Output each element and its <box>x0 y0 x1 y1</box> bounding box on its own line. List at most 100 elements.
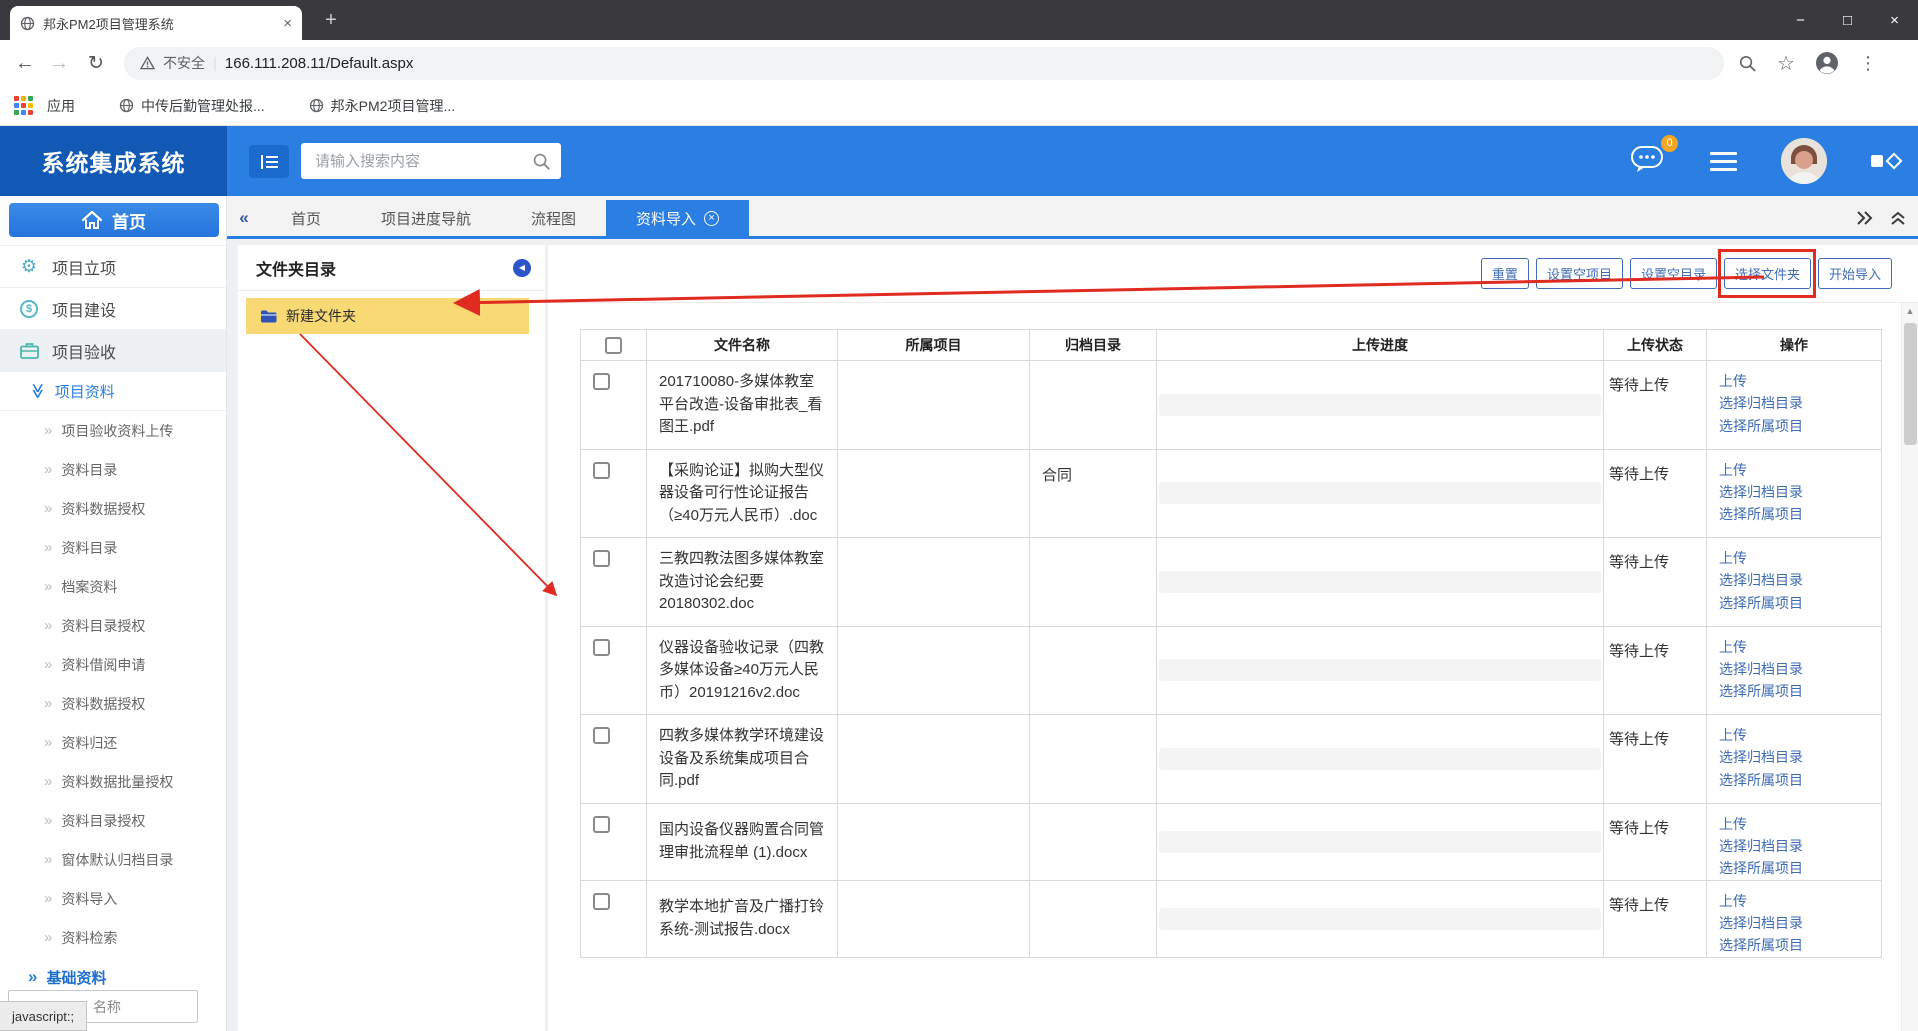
panel-collapse-icon[interactable] <box>513 259 531 277</box>
sidebar-subitem[interactable]: 资料数据授权 <box>0 684 226 723</box>
window-maximize-button[interactable]: □ <box>1824 0 1871 40</box>
bookmark-apps[interactable]: 应用 <box>47 96 75 116</box>
bookmark-item[interactable]: 邦永PM2项目管理... <box>309 96 455 116</box>
toolbar-button[interactable]: 重置 <box>1481 258 1529 289</box>
sidebar-subitem[interactable]: 资料目录授权 <box>0 606 226 645</box>
upload-link[interactable]: 上传 <box>1719 370 1881 392</box>
tab-close-icon[interactable] <box>704 211 719 226</box>
upload-link[interactable]: 上传 <box>1719 813 1881 835</box>
upload-link[interactable]: 上传 <box>1719 459 1881 481</box>
sidebar-subitem[interactable]: 资料归还 <box>0 723 226 762</box>
sidebar-subitem[interactable]: 资料目录授权 <box>0 801 226 840</box>
sidebar-subitem[interactable]: 项目验收资料上传 <box>0 411 226 450</box>
tab-close-icon[interactable]: × <box>283 16 292 31</box>
search-icon[interactable] <box>532 152 551 171</box>
back-icon[interactable]: ← <box>8 52 42 75</box>
forward-icon[interactable]: → <box>42 52 76 75</box>
select-project-link[interactable]: 选择所属项目 <box>1719 680 1881 702</box>
collapse-panel-icon[interactable] <box>1890 211 1906 226</box>
table-row: 三教四教法图多媒体教室改造讨论会纪要20180302.doc 等待上传 上传 选… <box>581 538 1882 627</box>
select-archive-dir-link[interactable]: 选择归档目录 <box>1719 481 1881 503</box>
row-checkbox[interactable] <box>593 893 610 910</box>
toolbar-button[interactable]: 设置空项目 <box>1536 258 1623 289</box>
sidebar: 首页 ⚙ 项目立项 $ 项目建设 项目验收 ≫ 项目资料 项目验收资料上传 资料… <box>0 196 227 1031</box>
sidebar-subitem[interactable]: 资料目录 <box>0 528 226 567</box>
upload-link[interactable]: 上传 <box>1719 547 1881 569</box>
row-checkbox[interactable] <box>593 727 610 744</box>
select-archive-dir-link[interactable]: 选择归档目录 <box>1719 658 1881 680</box>
sidebar-item-project-construction[interactable]: $ 项目建设 <box>0 287 226 329</box>
browser-tab[interactable]: 邦永PM2项目管理系统 × <box>10 6 302 40</box>
url-text[interactable]: 166.111.208.11/Default.aspx <box>225 55 413 72</box>
address-bar[interactable]: 不安全 | 166.111.208.11/Default.aspx <box>124 47 1724 80</box>
sidebar-subitem[interactable]: 资料检索 <box>0 918 226 957</box>
sidebar-item-project-acceptance[interactable]: 项目验收 <box>0 329 226 371</box>
apps-grid-icon[interactable] <box>14 96 33 115</box>
window-close-button[interactable]: × <box>1871 0 1918 40</box>
bookmark-item[interactable]: 中传后勤管理处报... <box>119 96 265 116</box>
tabs-scroll-right-icon[interactable] <box>1856 211 1874 225</box>
scrollbar-thumb[interactable] <box>1904 323 1917 445</box>
row-checkbox[interactable] <box>593 550 610 567</box>
sidebar-subitem[interactable]: 资料数据授权 <box>0 489 226 528</box>
upload-link[interactable]: 上传 <box>1719 724 1881 746</box>
chevron-right-icon <box>44 734 52 751</box>
sidebar-subitem[interactable]: 资料目录 <box>0 450 226 489</box>
apps-switcher-icon[interactable] <box>1871 155 1900 167</box>
toolbar-button[interactable]: 选择文件夹 <box>1724 258 1811 289</box>
select-project-link[interactable]: 选择所属项目 <box>1719 857 1881 879</box>
workspace-tab[interactable]: 流程图 <box>501 200 606 236</box>
sidebar-subitem[interactable]: 窗体默认归档目录 <box>0 840 226 879</box>
bookmark-star-icon[interactable]: ☆ <box>1777 51 1795 76</box>
browser-menu-icon[interactable]: ⋮ <box>1859 53 1877 74</box>
select-project-link[interactable]: 选择所属项目 <box>1719 934 1881 956</box>
row-checkbox[interactable] <box>593 816 610 833</box>
new-tab-button[interactable]: + <box>318 8 344 34</box>
folder-tree-item-selected[interactable]: 新建文件夹 <box>246 298 529 334</box>
select-project-link[interactable]: 选择所属项目 <box>1719 415 1881 437</box>
workspace-tab[interactable]: 资料导入 <box>606 200 749 236</box>
browser-tab-title: 邦永PM2项目管理系统 <box>43 14 275 33</box>
security-label[interactable]: 不安全 <box>163 53 205 73</box>
workspace-tab[interactable]: 首页 <box>261 200 351 236</box>
toolbar-button[interactable]: 设置空目录 <box>1630 258 1717 289</box>
select-archive-dir-link[interactable]: 选择归档目录 <box>1719 746 1881 768</box>
sidebar-item-home[interactable]: 首页 <box>9 203 219 237</box>
menu-icon[interactable] <box>1710 152 1737 171</box>
select-project-link[interactable]: 选择所属项目 <box>1719 592 1881 614</box>
file-name-cell: 三教四教法图多媒体教室改造讨论会纪要20180302.doc <box>647 538 838 627</box>
workspace-tab[interactable]: 项目进度导航 <box>351 200 501 236</box>
row-checkbox[interactable] <box>593 639 610 656</box>
row-checkbox[interactable] <box>593 373 610 390</box>
reload-icon[interactable]: ↻ <box>76 52 116 75</box>
scroll-up-icon[interactable] <box>1902 303 1918 319</box>
table-scrollbar[interactable] <box>1901 303 1918 1031</box>
file-name-cell: 教学本地扩音及广播打铃系统-测试报告.docx <box>647 880 838 957</box>
select-project-link[interactable]: 选择所属项目 <box>1719 503 1881 525</box>
sidebar-subitem[interactable]: 资料导入 <box>0 879 226 918</box>
sidebar-toggle-button[interactable] <box>249 145 289 178</box>
select-archive-dir-link[interactable]: 选择归档目录 <box>1719 912 1881 934</box>
select-archive-dir-link[interactable]: 选择归档目录 <box>1719 835 1881 857</box>
select-all-checkbox[interactable] <box>605 337 622 354</box>
upload-link[interactable]: 上传 <box>1719 636 1881 658</box>
toolbar-button[interactable]: 开始导入 <box>1818 258 1892 289</box>
select-archive-dir-link[interactable]: 选择归档目录 <box>1719 392 1881 414</box>
global-search-input[interactable] <box>315 153 532 170</box>
upload-link[interactable]: 上传 <box>1719 890 1881 912</box>
messages-button[interactable]: 0 <box>1630 144 1666 179</box>
sidebar-subitem[interactable]: 资料数据批量授权 <box>0 762 226 801</box>
zoom-icon[interactable] <box>1738 54 1757 73</box>
window-minimize-button[interactable]: − <box>1777 0 1824 40</box>
import-toolbar: 重置 设置空项目 设置空目录 选择文件夹 开始导入 <box>548 245 1918 303</box>
user-avatar[interactable] <box>1781 138 1827 184</box>
profile-icon[interactable] <box>1815 51 1839 75</box>
row-checkbox[interactable] <box>593 462 610 479</box>
sidebar-subitem[interactable]: 档案资料 <box>0 567 226 606</box>
select-project-link[interactable]: 选择所属项目 <box>1719 769 1881 791</box>
sidebar-item-project-documents[interactable]: ≫ 项目资料 <box>0 371 226 411</box>
tabs-scroll-left-icon[interactable] <box>227 208 261 228</box>
select-archive-dir-link[interactable]: 选择归档目录 <box>1719 569 1881 591</box>
sidebar-subitem[interactable]: 资料借阅申请 <box>0 645 226 684</box>
sidebar-item-project-initiation[interactable]: ⚙ 项目立项 <box>0 245 226 287</box>
